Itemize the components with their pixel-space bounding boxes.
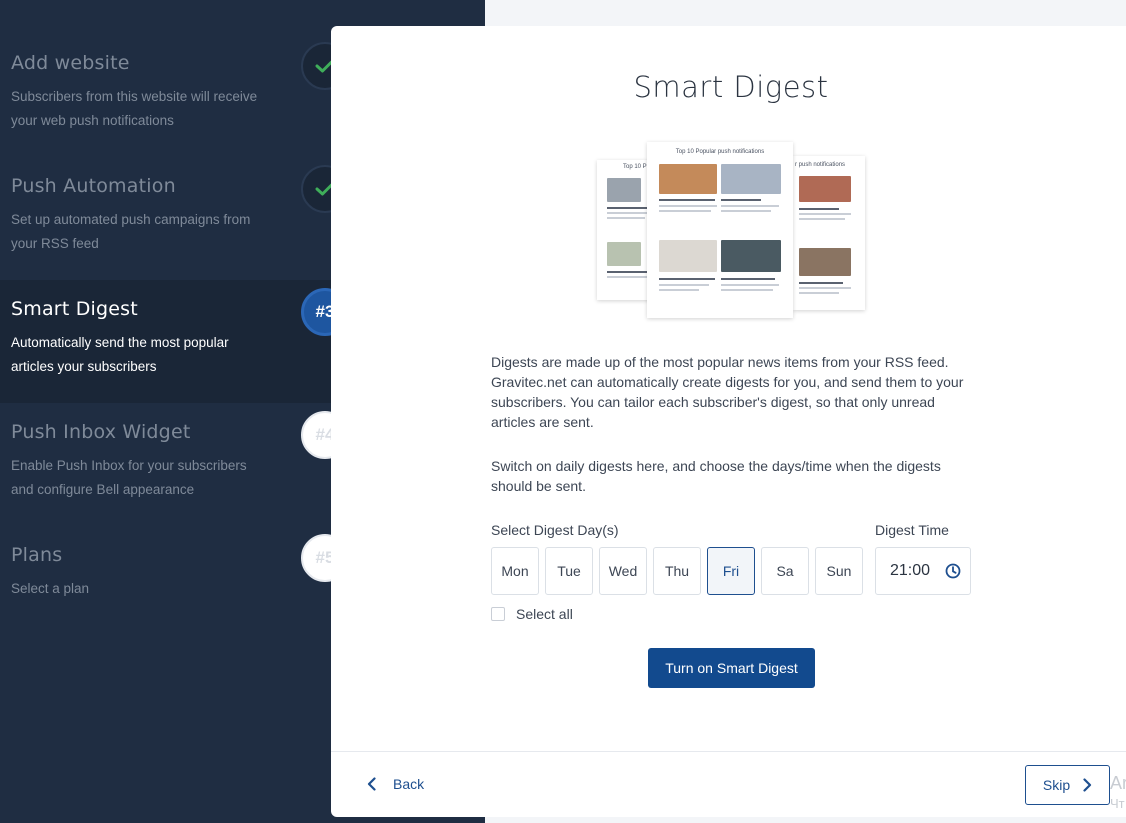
preview-card-heading: Top 10 Popular push notifications [675, 149, 765, 155]
step-description: Enable Push Inbox for your subscribers a… [11, 458, 247, 497]
step-plans[interactable]: Plans Select a plan [0, 526, 331, 649]
step-push-automation[interactable]: Push Automation Set up automated push ca… [0, 157, 331, 280]
day-toggle-sa[interactable]: Sa [761, 547, 809, 595]
skip-label: Skip [1042, 777, 1071, 793]
back-label: Back [393, 776, 425, 792]
step-push-inbox-widget[interactable]: Push Inbox Widget Enable Push Inbox for … [0, 403, 331, 526]
description-paragraph: Digests are made up of the most popular … [491, 354, 964, 430]
digest-time-input[interactable]: 21:00 [875, 547, 971, 595]
clock-icon [945, 563, 961, 579]
digest-days-label: Select Digest Day(s) [491, 522, 619, 538]
page-title: Smart Digest [633, 70, 829, 104]
preview-card-back-right: r push notifications [793, 156, 865, 310]
step-title: Push Automation [11, 175, 176, 197]
step-add-website[interactable]: Add website Subscribers from this websit… [0, 34, 331, 157]
background-text-fragment: Чт [1110, 796, 1125, 811]
back-button[interactable]: Back [367, 772, 424, 796]
skip-button[interactable]: Skip [1025, 765, 1110, 805]
step-smart-digest[interactable]: Smart Digest Automatically send the most… [0, 280, 331, 403]
day-toggle-sun[interactable]: Sun [815, 547, 863, 595]
step-description: Subscribers from this website will recei… [11, 89, 258, 128]
step-description: Set up automated push campaigns from you… [11, 212, 251, 251]
day-toggle-fri[interactable]: Fri [707, 547, 755, 595]
chevron-left-icon [367, 777, 376, 791]
select-all-checkbox[interactable] [491, 607, 505, 621]
preview-card-front: Top 10 Popular push notifications [647, 142, 793, 318]
step-title: Add website [11, 52, 130, 74]
digest-time-value: 21:00 [890, 562, 931, 579]
instruction-paragraph: Switch on daily digests here, and choose… [491, 458, 941, 494]
step-description: Select a plan [11, 581, 90, 596]
digest-time-label: Digest Time [875, 522, 949, 538]
day-toggle-tue[interactable]: Tue [545, 547, 593, 595]
day-toggle-thu[interactable]: Thu [653, 547, 701, 595]
step-title: Push Inbox Widget [11, 421, 191, 443]
select-all-label[interactable]: Select all [516, 606, 573, 622]
digest-preview-illustration: Top 10 P r push notifications Top 10 Pop… [597, 142, 867, 322]
step-title: Plans [11, 544, 63, 566]
day-toggle-wed[interactable]: Wed [599, 547, 647, 595]
preview-card-heading: r push notifications [795, 162, 846, 168]
smart-digest-panel: Smart Digest Top 10 P r push notificatio… [331, 26, 1126, 817]
step-description: Automatically send the most popular arti… [11, 335, 229, 374]
day-toggle-mon[interactable]: Mon [491, 547, 539, 595]
footer-divider [331, 751, 1126, 752]
step-title: Smart Digest [11, 298, 138, 320]
chevron-right-icon [1083, 778, 1092, 792]
turn-on-smart-digest-button[interactable]: Turn on Smart Digest [648, 648, 815, 688]
background-text-fragment: Ar [1110, 773, 1126, 793]
